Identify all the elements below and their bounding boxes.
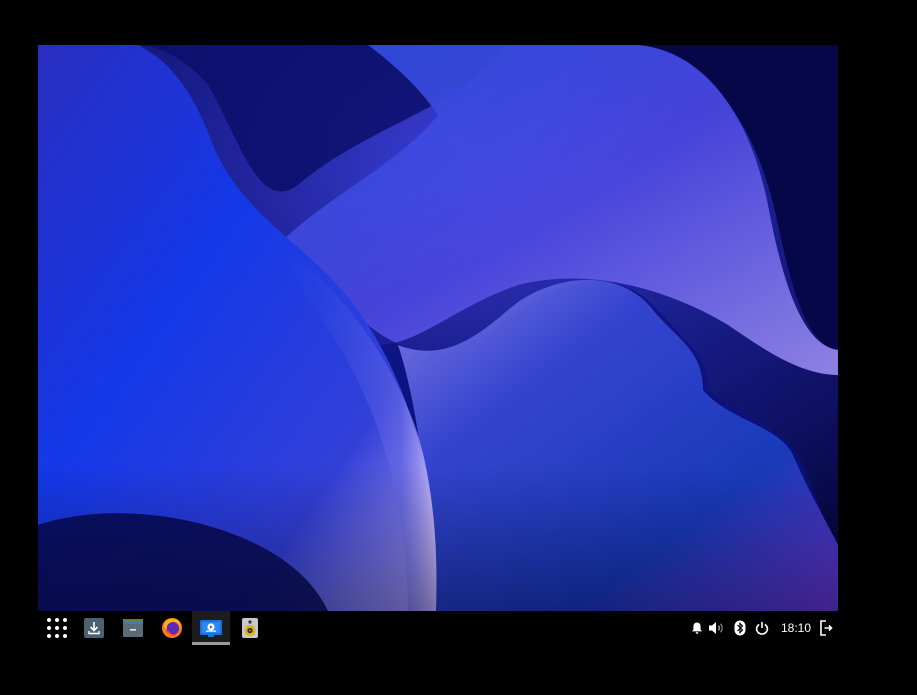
desktop-screen: 18:10	[0, 0, 917, 695]
taskbar-app-speaker[interactable]	[231, 611, 269, 645]
volume-button[interactable]	[708, 619, 726, 637]
taskbar-app-downloader[interactable]	[75, 611, 113, 645]
system-clock[interactable]: 18:10	[779, 620, 813, 636]
app-grid-icon	[47, 618, 67, 638]
screen-recorder-icon	[200, 620, 222, 637]
notifications-button[interactable]	[688, 619, 706, 637]
bell-icon	[692, 622, 702, 634]
taskbar-app-firefox[interactable]	[153, 611, 191, 645]
volume-icon	[709, 622, 723, 634]
firefox-icon	[162, 618, 182, 638]
taskbar-app-screen-recorder[interactable]	[192, 611, 230, 645]
download-icon	[84, 618, 104, 638]
taskbar-app-archive-manager[interactable]	[114, 611, 152, 645]
wallpaper-art	[38, 45, 838, 611]
power-icon	[755, 622, 769, 635]
archive-icon	[123, 619, 143, 637]
speaker-app-icon	[242, 618, 258, 638]
logout-button[interactable]	[817, 619, 835, 637]
logout-icon	[820, 620, 833, 636]
desktop-wallpaper	[38, 45, 838, 611]
bluetooth-button[interactable]	[731, 619, 749, 637]
bluetooth-icon	[734, 620, 746, 636]
taskbar: 18:10	[38, 611, 838, 645]
app-launcher-button[interactable]	[38, 611, 76, 645]
power-button[interactable]	[753, 619, 771, 637]
